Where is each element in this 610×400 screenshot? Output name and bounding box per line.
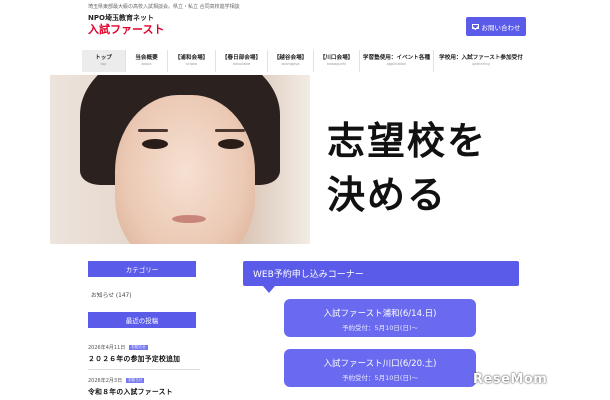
event-button-kawaguchi[interactable]: 入試ファースト川口(6/20.土) 予約受付：5月10日(日)〜 — [284, 349, 476, 387]
header-pointer — [263, 286, 275, 293]
site-logo[interactable]: NPO埼玉教育ネット 入試ファースト — [88, 14, 164, 36]
nav-item-koshigaya[interactable]: 【越谷会場】 koshigaya — [268, 50, 314, 72]
hero-banner: 志望校を 決める — [50, 75, 610, 244]
post-meta: 2026年4月11日 お知らせ — [88, 344, 200, 351]
nav-label: 【浦和会場】 — [174, 55, 209, 61]
post-title[interactable]: 令和８年の入試ファースト — [88, 386, 200, 396]
recent-post[interactable]: 2026年4月11日 お知らせ ２０２６年の参加予定校追加 — [88, 344, 200, 370]
nav-sublabel: gathering — [472, 62, 490, 66]
nav-sublabel: urawa — [185, 62, 198, 66]
nav-item-top[interactable]: トップ top — [82, 50, 126, 72]
post-meta: 2026年2月3日 お知らせ — [88, 377, 200, 384]
hero-photo-eye — [142, 139, 168, 149]
post-divider — [88, 369, 200, 370]
nav-label: 学校用：入試ファースト参加受付 — [439, 55, 523, 61]
post-date: 2026年2月3日 — [88, 378, 123, 384]
hero-photo — [50, 75, 310, 244]
post-category-badge: お知らせ — [126, 378, 145, 383]
main-nav: トップ top 当会概要 about 【浦和会場】 urawa 【春日部会場】 … — [82, 50, 528, 72]
nav-label: 当会概要 — [135, 55, 158, 61]
nav-sublabel: kawaguchi — [326, 62, 347, 66]
event-title: 入試ファースト浦和(6/14.日) — [323, 309, 437, 319]
nav-item-application[interactable]: 学習塾使用：イベント各種 application — [360, 50, 434, 72]
hero-photo-lips — [172, 215, 206, 223]
logo-title: 入試ファースト — [88, 23, 165, 36]
logo-subtitle: NPO埼玉教育ネット — [88, 14, 154, 22]
post-date: 2026年4月11日 — [88, 345, 126, 351]
recent-post[interactable]: 2026年2月3日 お知らせ 令和８年の入試ファースト — [88, 377, 200, 396]
hero-photo-brow — [215, 129, 245, 132]
event-reservation-date: 予約受付：5月10日(日)〜 — [342, 324, 418, 332]
nav-item-gathering[interactable]: 学校用：入試ファースト参加受付 gathering — [434, 50, 528, 72]
nav-sublabel: kasukabe — [232, 62, 251, 66]
nav-label: 【越谷会場】 — [273, 55, 308, 61]
post-category-badge: お知らせ — [129, 345, 148, 350]
resemom-watermark: ReseMom — [473, 372, 548, 387]
nav-label: 【川口会場】 — [319, 55, 354, 61]
nav-sublabel: application — [386, 62, 407, 66]
nav-sublabel: about — [141, 62, 152, 66]
contact-button[interactable]: お問い合わせ — [466, 17, 526, 36]
hero-headline-line1: 志望校を — [327, 119, 488, 163]
contact-label: お問い合わせ — [481, 23, 521, 32]
nav-item-kawaguchi[interactable]: 【川口会場】 kawaguchi — [314, 50, 360, 72]
nav-item-kasukabe[interactable]: 【春日部会場】 kasukabe — [216, 50, 268, 72]
nav-label: トップ — [95, 55, 112, 61]
recent-posts-header: 最近の投稿 — [88, 312, 196, 328]
hero-photo-brow — [138, 129, 168, 132]
nav-item-urawa[interactable]: 【浦和会場】 urawa — [168, 50, 216, 72]
hero-headline-line2: 決める — [327, 173, 448, 217]
mail-icon — [471, 24, 479, 29]
site-tagline: 埼玉県東部最大級の高校入試相談会。県立・私立 合同高校進学相談 — [88, 4, 240, 10]
nav-label: 学習塾使用：イベント各種 — [362, 55, 431, 61]
event-reservation-date: 予約受付：5月10日(日)〜 — [342, 374, 418, 382]
nav-label: 【春日部会場】 — [221, 55, 262, 61]
web-reservation-title: WEB予約申し込みコーナー — [253, 270, 364, 280]
category-header: カテゴリー — [88, 261, 196, 277]
hero-photo-eye — [218, 139, 244, 149]
post-title[interactable]: ２０２６年の参加予定校追加 — [88, 353, 200, 363]
nav-sublabel: top — [100, 62, 107, 66]
nav-item-about[interactable]: 当会概要 about — [126, 50, 168, 72]
event-title: 入試ファースト川口(6/20.土) — [323, 359, 437, 369]
event-button-urawa[interactable]: 入試ファースト浦和(6/14.日) 予約受付：5月10日(日)〜 — [284, 299, 476, 337]
hero-headline: 志望校を 決める — [327, 114, 487, 222]
web-reservation-header: WEB予約申し込みコーナー — [243, 261, 519, 293]
category-link-news[interactable]: お知らせ (147) — [91, 290, 132, 299]
nav-sublabel: koshigaya — [281, 62, 300, 66]
